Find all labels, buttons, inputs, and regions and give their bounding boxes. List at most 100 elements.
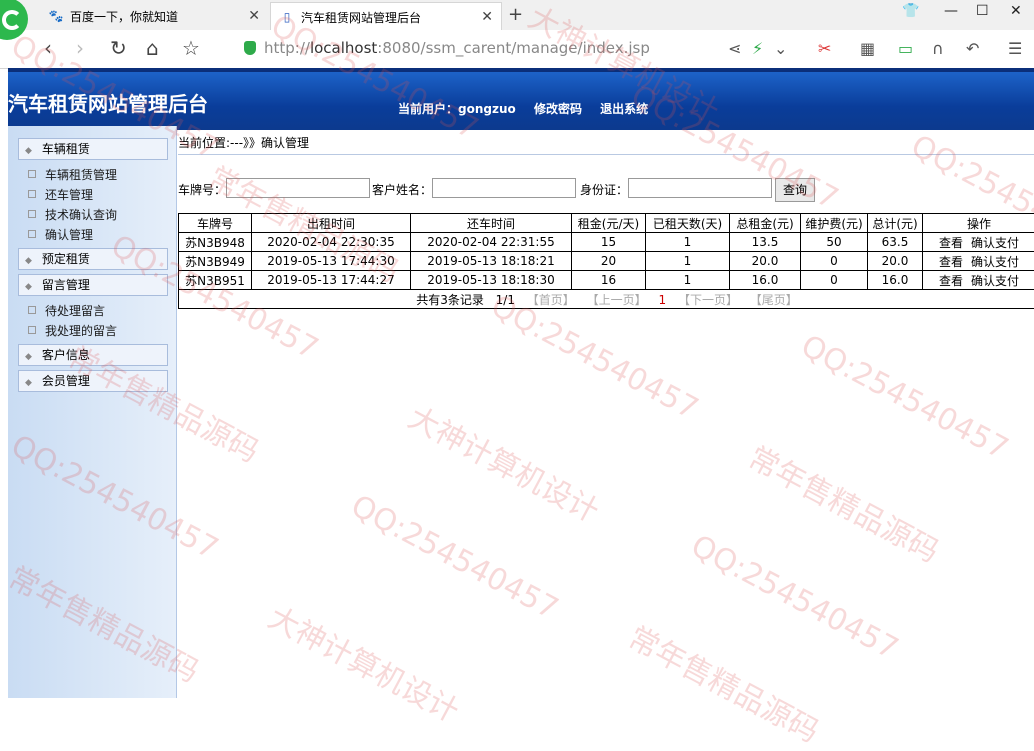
cell-total: 20.0 (868, 252, 923, 271)
cell-actions: 查看确认支付 (923, 233, 1034, 252)
plate-label: 车牌号： (178, 181, 226, 198)
watermark-text: 常年售精品源码 (742, 433, 948, 570)
cell-daily-rent: 15 (572, 233, 646, 252)
menu-icon[interactable]: ☰ (1008, 39, 1022, 58)
view-link[interactable]: 查看 (939, 274, 963, 288)
last-page-link[interactable]: 【尾页】 (750, 293, 798, 307)
watermark-text: QQ:254540457 (485, 288, 704, 426)
prev-page-link[interactable]: 【上一页】 (587, 293, 647, 307)
record-count: 共有3条记录 (416, 293, 484, 307)
plate-input[interactable] (226, 178, 370, 198)
sidebar-item-pending-messages[interactable]: 待处理留言 (28, 302, 105, 319)
current-user: 当前用户：gongzuo (398, 102, 516, 116)
breadcrumb: 当前位置:---》》确认管理 (178, 134, 309, 151)
confirm-pay-link[interactable]: 确认支付 (971, 255, 1019, 269)
sidebar-item-return-car[interactable]: 还车管理 (28, 186, 93, 203)
col-header: 租金(元/天) (572, 214, 646, 233)
sidebar-group-car-rental[interactable]: ◆车辆租赁 (18, 138, 168, 160)
cell-total: 63.5 (868, 233, 923, 252)
page-indicator: 1/1 (496, 293, 515, 307)
cell-days: 1 (646, 252, 730, 271)
reload-icon[interactable]: ↻ (110, 36, 127, 60)
watermark-text: QQ:254540457 (345, 488, 564, 626)
headphones-icon[interactable]: ∩ (932, 39, 944, 58)
sidebar-group-messages[interactable]: ◆留言管理 (18, 274, 168, 296)
id-card-input[interactable] (628, 178, 772, 198)
app-header: 汽车租赁网站管理后台 当前用户：gongzuo 修改密码 退出系统 (8, 68, 1034, 130)
watermark-text: 大神计算机设计 (402, 393, 608, 530)
battery-icon[interactable]: ▭ (898, 39, 913, 58)
search-button[interactable]: 查询 (775, 178, 815, 202)
view-link[interactable]: 查看 (939, 236, 963, 250)
change-password-link[interactable]: 修改密码 (534, 102, 582, 116)
cell-total: 16.0 (868, 271, 923, 290)
sidebar-group-members[interactable]: ◆会员管理 (18, 370, 168, 392)
window-close-icon[interactable]: ✕ (1010, 3, 1022, 19)
confirm-pay-link[interactable]: 确认支付 (971, 274, 1019, 288)
close-icon[interactable]: ✕ (248, 8, 260, 24)
shirt-icon[interactable]: 👕 (902, 3, 919, 19)
sidebar-item-confirm-manage[interactable]: 确认管理 (28, 226, 93, 243)
browser-tab-active[interactable]: ▯ 汽车租赁网站管理后台 ✕ (270, 2, 502, 31)
col-header: 出租时间 (252, 214, 411, 233)
undo-icon[interactable]: ↶ (966, 39, 979, 58)
cell-plate: 苏N3B951 (179, 271, 252, 290)
home-icon[interactable]: ⌂ (146, 36, 159, 60)
scissors-icon[interactable]: ✂ (818, 39, 831, 58)
cell-return-time: 2019-05-13 18:18:21 (411, 252, 572, 271)
col-header: 总租金(元) (730, 214, 801, 233)
minimize-icon[interactable]: — (944, 3, 958, 19)
tab-label: 汽车租赁网站管理后台 (301, 9, 421, 26)
cell-total-rent: 13.5 (730, 233, 801, 252)
pager-row: 共有3条记录 1/1 【首页】 【上一页】 1 【下一页】 【尾页】 (179, 290, 1034, 309)
watermark-text: 常年售精品源码 (622, 613, 828, 750)
cell-return-time: 2020-02-04 22:31:55 (411, 233, 572, 252)
col-header: 车牌号 (179, 214, 252, 233)
customer-name-label: 客户姓名： (372, 181, 432, 198)
cell-plate: 苏N3B948 (179, 233, 252, 252)
cell-days: 1 (646, 271, 730, 290)
col-header: 已租天数(天) (646, 214, 730, 233)
apps-icon[interactable]: ▦ (860, 39, 875, 58)
tab-label: 百度一下，你就知道 (70, 8, 178, 25)
chevron-down-icon[interactable]: ⌄ (774, 39, 787, 58)
maximize-icon[interactable]: ☐ (976, 3, 989, 19)
cell-plate: 苏N3B949 (179, 252, 252, 271)
browser-tab-baidu[interactable]: 🐾 百度一下，你就知道 ✕ (40, 2, 268, 30)
sidebar-group-reservation[interactable]: ◆预定租赁 (18, 248, 168, 270)
table-row: 苏N3B948 2020-02-04 22:30:35 2020-02-04 2… (179, 233, 1034, 252)
col-header: 还车时间 (411, 214, 572, 233)
address-bar: ‹ › ↻ ⌂ ☆ http://localhost:8080/ssm_care… (0, 30, 1034, 69)
new-tab-icon[interactable]: + (508, 4, 523, 25)
next-page-link[interactable]: 【下一页】 (678, 293, 738, 307)
watermark-text: 大神计算机设计 (262, 593, 468, 730)
customer-name-input[interactable] (432, 178, 576, 198)
close-icon[interactable]: ✕ (481, 9, 493, 25)
url-field[interactable]: http://localhost:8080/ssm_carent/manage/… (244, 39, 650, 57)
sidebar-item-tech-confirm[interactable]: 技术确认查询 (28, 206, 117, 223)
watermark-text: QQ:254540457 (685, 528, 904, 666)
lightning-icon[interactable]: ⚡ (752, 39, 763, 58)
sidebar-item-my-messages[interactable]: 我处理的留言 (28, 322, 117, 339)
col-header: 操作 (923, 214, 1034, 233)
share-icon[interactable]: ⋖ (728, 39, 741, 58)
confirm-pay-link[interactable]: 确认支付 (971, 236, 1019, 250)
forward-icon[interactable]: › (76, 36, 84, 60)
cell-maintenance: 0 (801, 252, 868, 271)
cell-actions: 查看确认支付 (923, 271, 1034, 290)
first-page-link[interactable]: 【首页】 (527, 293, 575, 307)
pager: 共有3条记录 1/1 【首页】 【上一页】 1 【下一页】 【尾页】 (179, 290, 1034, 309)
star-icon[interactable]: ☆ (182, 36, 200, 60)
cell-rent-time: 2020-02-04 22:30:35 (252, 233, 411, 252)
back-icon[interactable]: ‹ (44, 36, 52, 60)
cell-actions: 查看确认支付 (923, 252, 1034, 271)
sidebar-group-customers[interactable]: ◆客户信息 (18, 344, 168, 366)
cell-maintenance: 0 (801, 271, 868, 290)
table-row: 苏N3B949 2019-05-13 17:44:30 2019-05-13 1… (179, 252, 1034, 271)
sidebar-item-car-rental-manage[interactable]: 车辆租赁管理 (28, 166, 117, 183)
cell-daily-rent: 16 (572, 271, 646, 290)
view-link[interactable]: 查看 (939, 255, 963, 269)
cell-daily-rent: 20 (572, 252, 646, 271)
logout-link[interactable]: 退出系统 (600, 102, 648, 116)
header-links: 当前用户：gongzuo 修改密码 退出系统 (398, 100, 662, 117)
